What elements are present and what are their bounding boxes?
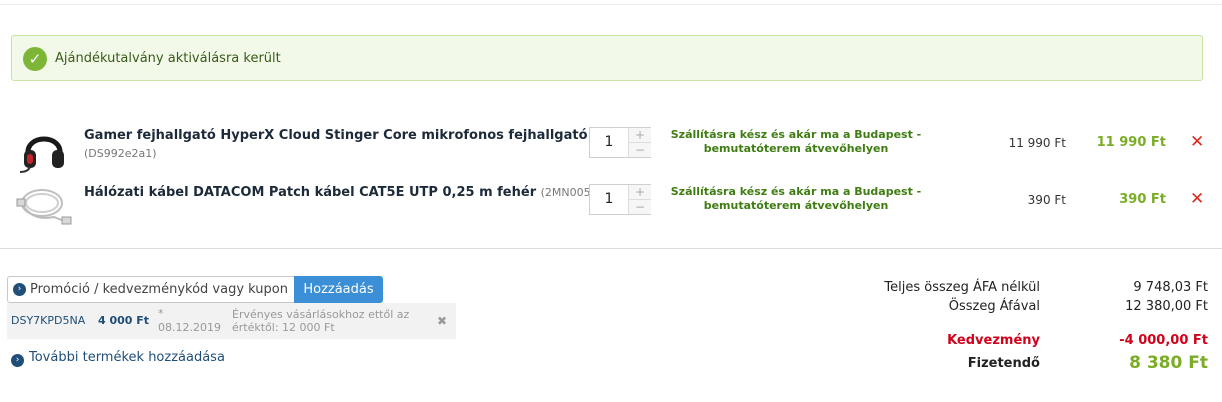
gross-total-value: 12 380,00 Ft [1125,299,1208,314]
quantity-value[interactable]: 1 [590,185,628,214]
plus-icon[interactable]: + [628,185,651,200]
item-total: 390 Ft [1119,192,1166,207]
promo-code-input[interactable] [30,280,292,299]
add-more-products-link[interactable]: › További termékek hozzáadása [11,350,225,367]
coupon-note: Érvényes vásárlásokhoz ettől az értéktől… [232,308,410,334]
net-total-label: Teljes összeg ÁFA nélkül [884,280,1040,295]
discount-label: Kedvezmény [947,333,1040,348]
delete-icon[interactable]: ✕ [1190,189,1204,209]
add-promo-button[interactable]: Hozzáadás [294,276,383,303]
item-name-text[interactable]: Hálózati kábel DATACOM Patch kábel CAT5E… [84,185,536,200]
net-total-value: 9 748,03 Ft [1133,280,1208,295]
coupon-code: DSY7KPD5NA [11,314,86,327]
item-name[interactable]: Gamer fejhallgató HyperX Cloud Stinger C… [84,128,588,143]
promo-field[interactable]: › [7,276,295,303]
section-divider [0,248,1222,249]
unit-price: 390 Ft [1027,193,1066,207]
coupon-amount: 4 000 Ft [98,314,150,327]
unit-price: 11 990 Ft [1008,136,1066,150]
cart-item-row: Gamer fejhallgató HyperX Cloud Stinger C… [0,122,1222,178]
quantity-stepper[interactable]: 1 + − [589,184,651,215]
success-alert: ✓ Ajándékutalvány aktiválásra került [11,35,1203,81]
minus-icon[interactable]: − [628,143,651,157]
payable-value: 8 380 Ft [1129,353,1208,373]
item-total: 11 990 Ft [1096,135,1166,150]
cart-item-row: Hálózati kábel DATACOM Patch kábel CAT5E… [0,179,1222,235]
minus-icon[interactable]: − [628,200,651,214]
coupon-date: 08.12.2019 [158,321,221,334]
coupon-asterisk: * [158,307,164,320]
headset-image[interactable] [14,124,74,176]
applied-coupon: DSY7KPD5NA 4 000 Ft * 08.12.2019 Érvénye… [7,303,456,339]
add-more-products-label[interactable]: További termékek hozzáadása [29,350,225,365]
chevron-right-icon: › [13,283,26,296]
cable-image[interactable] [14,181,74,233]
discount-value: -4 000,00 Ft [1119,333,1208,348]
shipping-status: Szállításra kész és akár ma a Budapest -… [670,128,922,155]
payable-label: Fizetendő [967,356,1040,371]
item-code: (DS992e2a1) [84,147,157,160]
chevron-right-icon: › [11,354,24,367]
check-circle-icon: ✓ [23,47,47,71]
quantity-stepper[interactable]: 1 + − [589,127,651,158]
remove-coupon-icon[interactable]: ✖ [437,314,447,328]
alert-message: Ajándékutalvány aktiválásra került [55,51,281,66]
delete-icon[interactable]: ✕ [1190,132,1204,152]
gross-total-label: Összeg Áfával [948,299,1040,314]
plus-icon[interactable]: + [628,128,651,143]
quantity-value[interactable]: 1 [590,128,628,157]
shipping-status: Szállításra kész és akár ma a Budapest -… [670,185,922,212]
item-name[interactable]: Hálózati kábel DATACOM Patch kábel CAT5E… [84,185,609,200]
top-divider [0,0,1222,5]
